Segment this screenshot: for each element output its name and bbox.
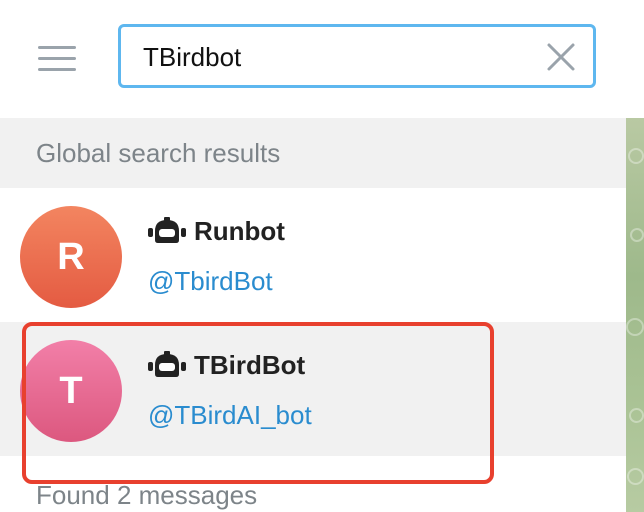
result-username: @TbirdBot: [148, 266, 273, 296]
avatar-letter: R: [57, 235, 85, 278]
result-name-row: Runbot: [148, 214, 285, 248]
search-result-item[interactable]: T TBirdBot @TBirdAI_bot: [0, 322, 626, 456]
result-name: Runbot: [194, 215, 285, 246]
top-bar: [0, 0, 626, 118]
search-box[interactable]: [118, 24, 596, 88]
found-messages-label: Found 2 messages: [36, 480, 258, 510]
result-name: TBirdBot: [194, 349, 306, 380]
background-pattern: [626, 318, 644, 336]
background-pattern: [627, 468, 644, 485]
background-pattern: [629, 408, 644, 423]
menu-icon-line: [38, 57, 76, 60]
section-header-label: Global search results: [36, 138, 281, 168]
section-header: Global search results: [0, 118, 626, 188]
top-strip: [626, 0, 644, 118]
background-pattern: [630, 228, 644, 242]
result-username: @TBirdAI_bot: [148, 400, 312, 430]
search-input[interactable]: [143, 37, 523, 77]
avatar-letter: T: [59, 369, 83, 412]
search-result-item[interactable]: R Runbot @TbirdBot: [0, 188, 626, 322]
bot-icon: [148, 217, 186, 243]
background-pattern: [628, 148, 644, 164]
menu-icon-line: [38, 46, 76, 49]
avatar: R: [20, 206, 122, 308]
menu-button[interactable]: [36, 44, 78, 74]
result-name-row: TBirdBot: [148, 348, 305, 382]
chat-background-strip: [626, 118, 644, 512]
bot-icon: [148, 351, 186, 377]
close-icon[interactable]: [545, 41, 577, 73]
menu-icon-line: [38, 68, 76, 71]
avatar: T: [20, 340, 122, 442]
